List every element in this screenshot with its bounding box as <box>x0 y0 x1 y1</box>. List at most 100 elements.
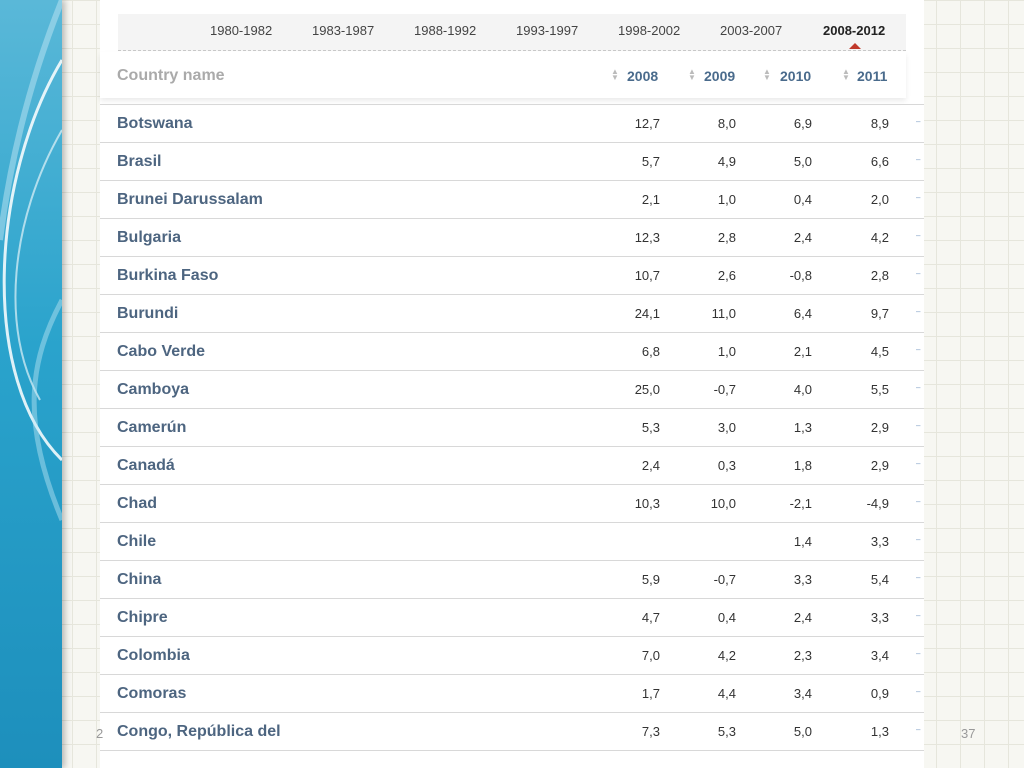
country-name: Camerún <box>117 419 187 436</box>
table-row[interactable]: Brunei Darussalam 2,1 1,0 0,4 2,0 ‒ <box>100 180 924 218</box>
table-row[interactable]: Chad 10,3 10,0 -2,1 -4,9 ‒ <box>100 484 924 522</box>
value-cell-2009: 4,2 <box>717 648 736 663</box>
table-row[interactable]: Camboya 25,0 -0,7 4,0 5,5 ‒ <box>100 370 924 408</box>
sparkline-icon[interactable]: ‒ <box>916 231 920 240</box>
country-name: Brunei Darussalam <box>117 191 263 208</box>
period-tab-1998-2002[interactable]: 1998-2002 <box>618 23 680 38</box>
value-cell-2008: 5,9 <box>641 572 660 587</box>
value-cell-2010: 1,3 <box>793 420 812 435</box>
value-cell-2011: 2,8 <box>870 268 889 283</box>
value-cell-2011: 8,9 <box>870 116 889 131</box>
value-cell-2010: 3,3 <box>793 572 812 587</box>
value-cell-2008: 2,1 <box>641 192 660 207</box>
sparkline-icon[interactable]: ‒ <box>916 573 920 582</box>
table-row[interactable]: Canadá 2,4 0,3 1,8 2,9 ‒ <box>100 446 924 484</box>
value-cell-2009: 1,0 <box>717 344 736 359</box>
table-row[interactable]: Botswana 12,7 8,0 6,9 8,9 ‒ <box>100 104 924 142</box>
period-tab-1993-1997[interactable]: 1993-1997 <box>516 23 578 38</box>
column-header-2009[interactable]: 2009 <box>704 68 735 84</box>
country-name: Bulgaria <box>117 229 182 246</box>
period-tab-2003-2007[interactable]: 2003-2007 <box>720 23 782 38</box>
slide-date-fragment: 2 <box>96 726 104 741</box>
period-tab-1983-1987[interactable]: 1983-1987 <box>312 23 374 38</box>
period-tab-2008-2012[interactable]: 2008-2012 <box>823 23 885 38</box>
value-cell-2009: 5,3 <box>717 724 736 739</box>
country-name: Cabo Verde <box>117 343 206 360</box>
value-cell-2008: 7,0 <box>641 648 660 663</box>
table-row[interactable]: Bulgaria 12,3 2,8 2,4 4,2 ‒ <box>100 218 924 256</box>
period-tab-1988-1992[interactable]: 1988-1992 <box>414 23 476 38</box>
sort-icon[interactable]: ▲ ▼ <box>611 68 619 82</box>
sparkline-icon[interactable]: ‒ <box>916 307 920 316</box>
sparkline-icon[interactable]: ‒ <box>916 155 920 164</box>
column-header-2010[interactable]: 2010 <box>780 68 811 84</box>
column-header-2008[interactable]: 2008 <box>627 68 658 84</box>
sparkline-icon[interactable]: ‒ <box>916 535 920 544</box>
sparkline-icon[interactable]: ‒ <box>916 611 920 620</box>
sort-icon[interactable]: ▲ ▼ <box>842 68 850 82</box>
value-cell-2011: 9,7 <box>870 306 889 321</box>
sparkline-icon[interactable]: ‒ <box>916 459 920 468</box>
value-cell-2009: 0,3 <box>717 458 736 473</box>
country-name: Colombia <box>117 647 190 664</box>
column-header-country[interactable]: Country name <box>117 67 225 85</box>
value-cell-2008: 25,0 <box>634 382 660 397</box>
value-cell-2009: 3,0 <box>717 420 736 435</box>
value-cell-2008: 10,3 <box>634 496 660 511</box>
value-cell-2011: 6,6 <box>870 154 889 169</box>
value-cell-2008: 2,4 <box>641 458 660 473</box>
column-header-2011[interactable]: 2011 <box>857 68 887 84</box>
value-cell-2010: 3,4 <box>793 686 812 701</box>
sparkline-icon[interactable]: ‒ <box>916 383 920 392</box>
value-cell-2010: 1,8 <box>793 458 812 473</box>
value-cell-2009: 4,9 <box>717 154 736 169</box>
country-name: Chipre <box>117 609 168 626</box>
value-cell-2008: 5,3 <box>641 420 660 435</box>
table-row[interactable]: Congo, República del 7,3 5,3 5,0 1,3 ‒ <box>100 712 924 751</box>
sparkline-icon[interactable]: ‒ <box>916 345 920 354</box>
value-cell-2008: 10,7 <box>634 268 660 283</box>
table-row[interactable]: Camerún 5,3 3,0 1,3 2,9 ‒ <box>100 408 924 446</box>
table-row[interactable]: China 5,9 -0,7 3,3 5,4 ‒ <box>100 560 924 598</box>
country-name: China <box>117 571 162 588</box>
table-row[interactable]: Chipre 4,7 0,4 2,4 3,3 ‒ <box>100 598 924 636</box>
sparkline-icon[interactable]: ‒ <box>916 687 920 696</box>
table-row[interactable]: Chile 1,4 3,3 ‒ <box>100 522 924 560</box>
value-cell-2008: 5,7 <box>641 154 660 169</box>
value-cell-2009: 4,4 <box>717 686 736 701</box>
country-name: Canadá <box>117 457 175 474</box>
value-cell-2011: 2,9 <box>870 420 889 435</box>
value-cell-2008: 24,1 <box>634 306 660 321</box>
value-cell-2011: 4,5 <box>870 344 889 359</box>
value-cell-2008: 6,8 <box>641 344 660 359</box>
value-cell-2011: 3,4 <box>870 648 889 663</box>
table-row[interactable]: Colombia 7,0 4,2 2,3 3,4 ‒ <box>100 636 924 674</box>
value-cell-2009: 1,0 <box>717 192 736 207</box>
table-body: Botswana 12,7 8,0 6,9 8,9 ‒ Brasil 5,7 4,9 5,0 6,6… <box>100 104 924 751</box>
sparkline-icon[interactable]: ‒ <box>916 649 920 658</box>
table-row[interactable]: Burkina Faso 10,7 2,6 -0,8 2,8 ‒ <box>100 256 924 294</box>
sparkline-icon[interactable]: ‒ <box>916 193 920 202</box>
value-cell-2009: -0,7 <box>713 382 736 397</box>
table-row[interactable]: Comoras 1,7 4,4 3,4 0,9 ‒ <box>100 674 924 712</box>
value-cell-2008: 4,7 <box>641 610 660 625</box>
sparkline-icon[interactable]: ‒ <box>916 421 920 430</box>
country-name: Chad <box>117 495 157 512</box>
sparkline-icon[interactable]: ‒ <box>916 725 920 734</box>
active-period-marker-icon <box>849 43 861 49</box>
sort-icon[interactable]: ▲ ▼ <box>688 68 696 82</box>
sort-icon[interactable]: ▲ ▼ <box>763 68 771 82</box>
value-cell-2009: 2,8 <box>717 230 736 245</box>
sparkline-icon[interactable]: ‒ <box>916 269 920 278</box>
country-name: Burkina Faso <box>117 267 219 284</box>
sparkline-icon[interactable]: ‒ <box>916 117 920 126</box>
period-tab-1980-1982[interactable]: 1980-1982 <box>210 23 272 38</box>
table-row[interactable]: Brasil 5,7 4,9 5,0 6,6 ‒ <box>100 142 924 180</box>
table-row[interactable]: Burundi 24,1 11,0 6,4 9,7 ‒ <box>100 294 924 332</box>
sparkline-icon[interactable]: ‒ <box>916 497 920 506</box>
value-cell-2009: 11,0 <box>711 306 736 321</box>
table-row[interactable]: Cabo Verde 6,8 1,0 2,1 4,5 ‒ <box>100 332 924 370</box>
value-cell-2011: 5,5 <box>870 382 889 397</box>
value-cell-2011: 3,3 <box>870 610 889 625</box>
value-cell-2011: 0,9 <box>870 686 889 701</box>
